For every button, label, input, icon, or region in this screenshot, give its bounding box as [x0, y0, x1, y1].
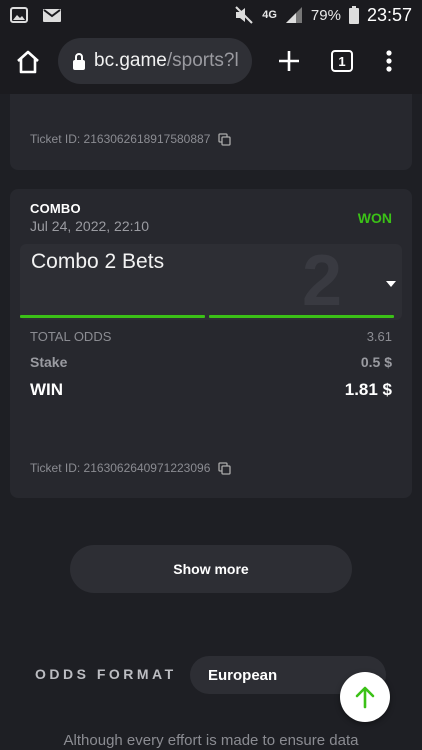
- status-bar: 4G 79% 23:57: [0, 0, 422, 30]
- ticket-id-row: Ticket ID: 2163062618917580887: [30, 132, 232, 146]
- network-type: 4G: [262, 9, 277, 21]
- arrow-up-icon: [354, 685, 376, 709]
- signal-icon: [285, 6, 303, 24]
- stake-label: Stake: [30, 354, 68, 370]
- bet-card-previous: Ticket ID: 2163062618917580887: [10, 94, 412, 170]
- scroll-to-top-button[interactable]: [340, 672, 390, 722]
- win-value: 1.81 $: [344, 380, 392, 399]
- battery-icon: [348, 6, 359, 24]
- page-content: Ticket ID: 2163062618917580887 COMBO Jul…: [0, 94, 422, 750]
- total-odds-label: TOTAL ODDS: [30, 329, 112, 344]
- combo-dropdown[interactable]: 2 Combo 2 Bets: [20, 244, 402, 320]
- home-icon[interactable]: [12, 46, 44, 78]
- disclaimer-text: Although every effort is made to ensure …: [63, 732, 359, 749]
- mute-icon: [234, 6, 254, 24]
- bet-date: Jul 24, 2022, 22:10: [30, 218, 150, 234]
- combo-count: 2: [302, 244, 343, 320]
- combo-progress: [20, 315, 394, 318]
- status-badge: WON: [357, 210, 392, 226]
- stake-value: 0.5 $: [360, 354, 392, 370]
- plus-icon[interactable]: [274, 46, 304, 76]
- win-row: WIN 1.81 $: [30, 380, 392, 400]
- url-bar[interactable]: bc.game/sports?l: [58, 38, 252, 84]
- tab-count: 1: [338, 53, 346, 69]
- bet-type: COMBO: [30, 201, 81, 216]
- clock: 23:57: [366, 4, 412, 25]
- copy-icon[interactable]: [218, 461, 232, 475]
- show-more-button[interactable]: Show more: [70, 545, 352, 593]
- browser-toolbar: bc.game/sports?l 1: [0, 30, 422, 94]
- stake-row: Stake 0.5 $: [30, 354, 392, 370]
- total-odds-row: TOTAL ODDS 3.61: [30, 329, 392, 344]
- battery-percent: 79%: [310, 6, 341, 24]
- tabs-icon[interactable]: 1: [331, 50, 353, 72]
- win-label: WIN: [30, 380, 64, 399]
- more-vert-icon[interactable]: [380, 46, 398, 76]
- odds-format-label: ODDS FORMAT: [35, 666, 177, 682]
- odds-format-value: European: [208, 666, 278, 684]
- lock-icon: [72, 52, 86, 70]
- chevron-down-icon[interactable]: [386, 281, 396, 287]
- mail-icon: [42, 8, 62, 23]
- url-text: bc.game/sports?l: [94, 50, 239, 72]
- image-icon: [10, 7, 28, 23]
- leg-bar: [209, 315, 394, 318]
- url-host: bc.game: [94, 50, 167, 71]
- ticket-id-row: Ticket ID: 2163062640971223096: [30, 461, 232, 475]
- total-odds-value: 3.61: [366, 329, 392, 344]
- ticket-id: Ticket ID: 2163062640971223096: [30, 461, 211, 475]
- combo-title: Combo 2 Bets: [31, 250, 165, 273]
- copy-icon[interactable]: [218, 132, 232, 146]
- url-path: /sports?l: [166, 50, 239, 71]
- ticket-id: Ticket ID: 2163062618917580887: [30, 132, 211, 146]
- leg-bar: [20, 315, 205, 318]
- bet-card-combo: COMBO Jul 24, 2022, 22:10 WON 2 Combo 2 …: [10, 189, 412, 498]
